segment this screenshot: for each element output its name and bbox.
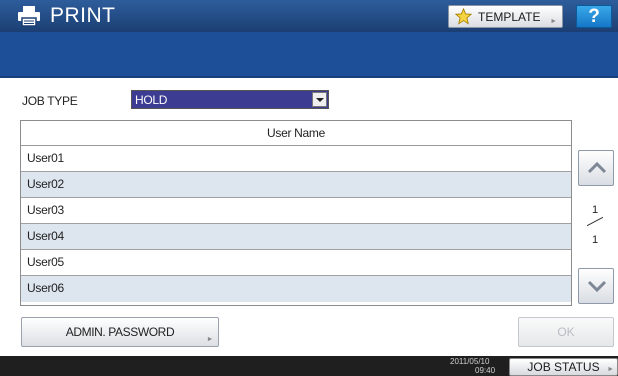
table-row[interactable]: User05: [21, 250, 571, 276]
scroll-up-button[interactable]: [578, 150, 614, 186]
status-time: 09:40: [475, 366, 496, 375]
dropdown-arrow-icon[interactable]: [312, 92, 327, 107]
template-button[interactable]: TEMPLATE ►: [448, 5, 563, 28]
job-status-button[interactable]: JOB STATUS ►: [509, 358, 618, 376]
page-title: PRINT: [50, 4, 116, 27]
page-current: 1: [592, 204, 599, 216]
table-row[interactable]: User03: [21, 198, 571, 224]
job-type-select[interactable]: HOLD: [131, 90, 329, 109]
title-bar: PRINT TEMPLATE ► ?: [0, 0, 618, 32]
table-row[interactable]: User06: [21, 276, 571, 302]
help-button[interactable]: ?: [576, 5, 612, 28]
header-band: [0, 32, 618, 78]
column-header-user-name: User Name: [21, 121, 571, 146]
admin-password-label: ADMIN. PASSWORD: [65, 325, 175, 339]
star-icon: [455, 8, 472, 25]
page-divider: [586, 216, 604, 227]
ok-button[interactable]: OK: [518, 317, 614, 347]
chevron-up-icon: [587, 162, 607, 174]
table-row[interactable]: User01: [21, 146, 571, 172]
table-row[interactable]: User02: [21, 172, 571, 198]
corner-arrow-icon: ►: [550, 18, 557, 25]
corner-arrow-icon: ►: [206, 336, 213, 343]
job-status-label: JOB STATUS: [527, 360, 600, 374]
job-type-label: JOB TYPE: [22, 94, 78, 108]
template-label: TEMPLATE: [478, 10, 541, 24]
status-date: 2011/05/10: [450, 357, 490, 366]
printer-icon: [18, 6, 40, 27]
scroll-down-button[interactable]: [578, 268, 614, 304]
chevron-down-icon: [587, 280, 607, 292]
corner-arrow-icon: ►: [607, 366, 614, 373]
admin-password-button[interactable]: ADMIN. PASSWORD ►: [21, 317, 219, 347]
job-type-value: HOLD: [135, 93, 168, 107]
user-table: User Name User01 User02 User03 User04 Us…: [20, 120, 572, 306]
page-total: 1: [592, 234, 599, 246]
table-row[interactable]: User04: [21, 224, 571, 250]
